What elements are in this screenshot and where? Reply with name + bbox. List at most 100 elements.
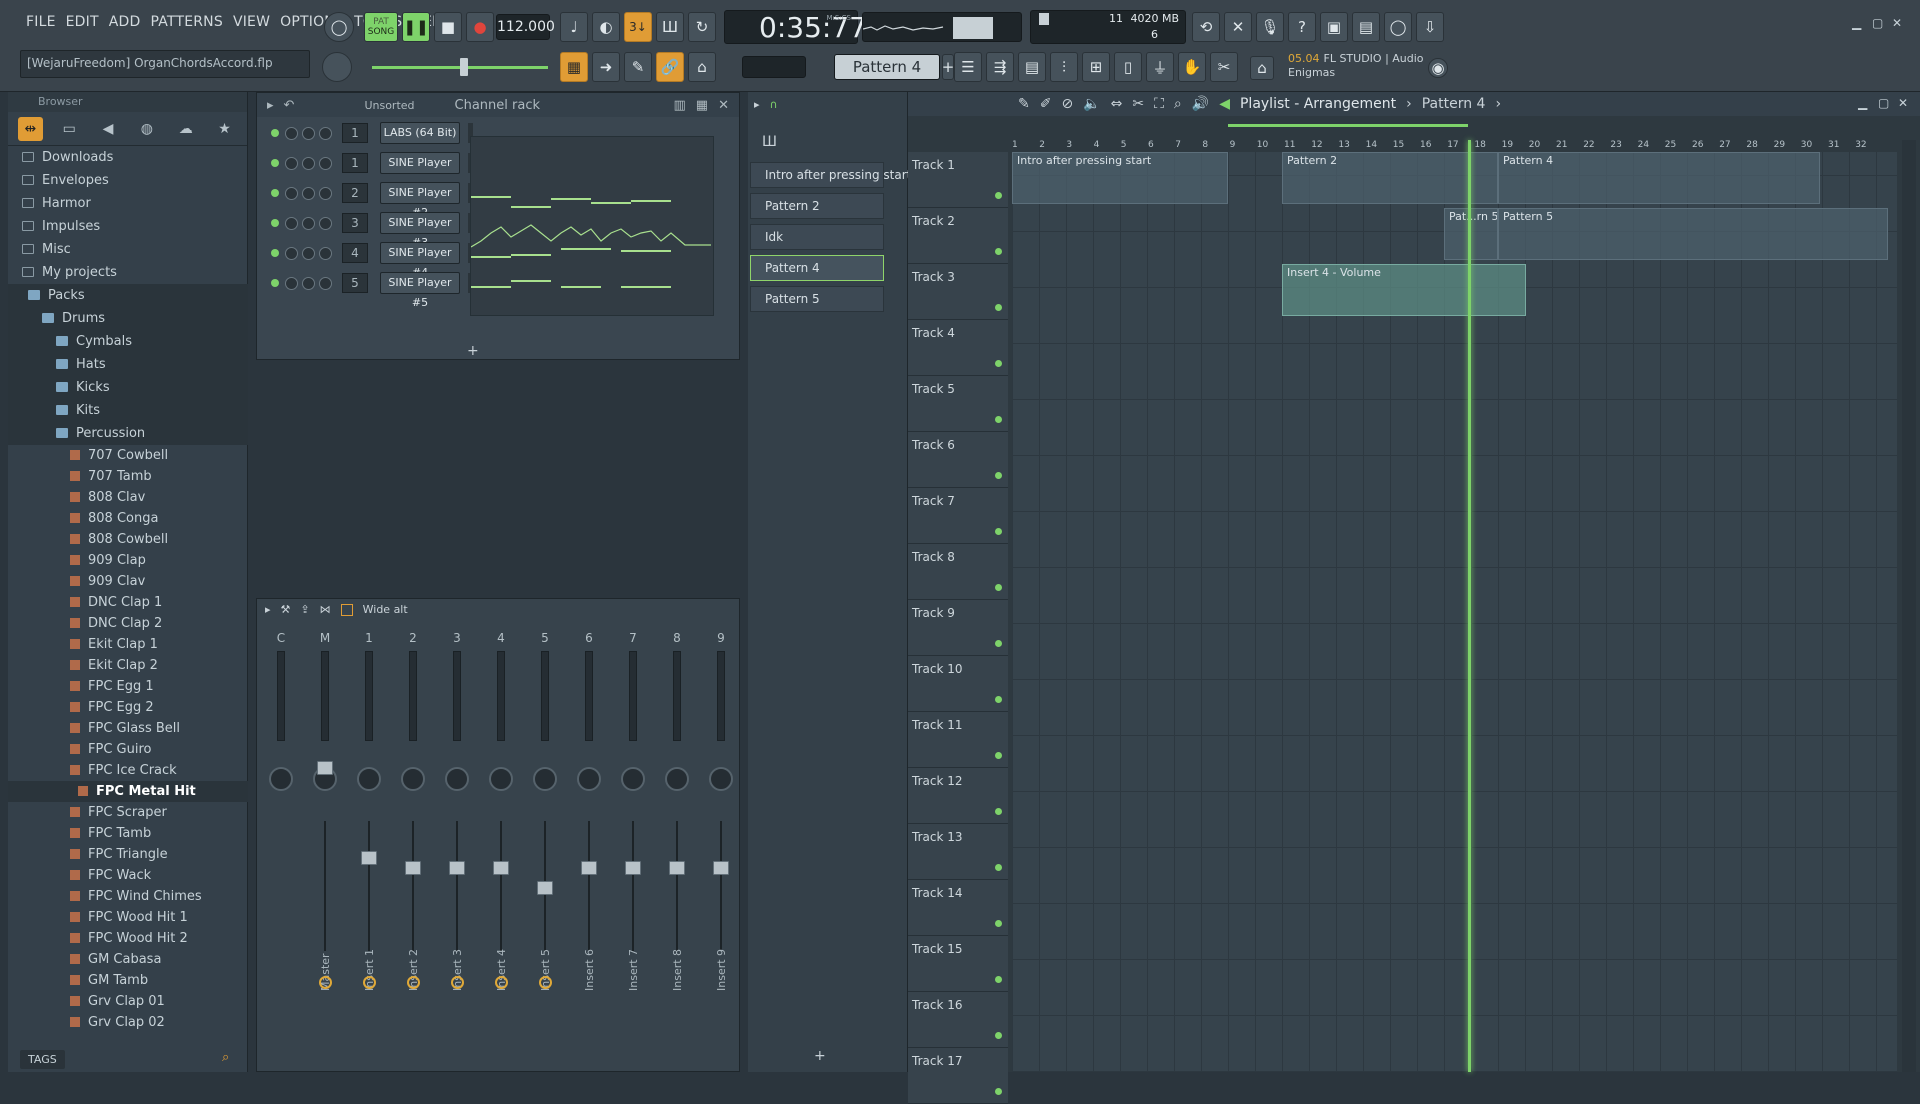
piano-roll-icon[interactable]: ▦ (560, 52, 588, 82)
metronome-2-icon[interactable]: ⌂ (688, 52, 716, 82)
strip-send-icon[interactable] (407, 976, 420, 989)
download-icon[interactable]: ⇩ (1416, 12, 1444, 42)
sample-item[interactable]: 909 Clav (8, 571, 248, 592)
pencil-icon[interactable]: ✎ (624, 52, 652, 82)
folder-envelopes[interactable]: Envelopes (8, 169, 248, 192)
folder-impulses[interactable]: Impulses (8, 215, 248, 238)
track-header[interactable]: Track 13 (908, 824, 1008, 880)
clip-pattern-5[interactable]: Pattern 5 (1498, 208, 1888, 260)
graph-icon[interactable]: ▥ (674, 98, 686, 113)
track-led[interactable] (995, 584, 1002, 591)
pattern-selector[interactable]: Pattern 4 (834, 54, 940, 80)
maximize-icon[interactable]: ▢ (1872, 16, 1883, 30)
speaker-icon[interactable]: 🔊 (1192, 96, 1209, 112)
strip-pan-knob[interactable] (445, 767, 469, 791)
channel-pan-knob[interactable] (285, 126, 298, 140)
pattern-item[interactable]: Idk (750, 224, 884, 250)
channel-mute-knob[interactable] (319, 216, 332, 230)
add-channel-button[interactable]: + (467, 343, 479, 359)
track-led[interactable] (995, 1032, 1002, 1039)
channel-led[interactable] (271, 129, 279, 137)
channel-pan-knob[interactable] (285, 246, 298, 260)
strip-pan-knob[interactable] (709, 767, 733, 791)
pattern-item[interactable]: Pattern 5 (750, 286, 884, 312)
piano-roll-2-icon[interactable]: ⇶ (986, 52, 1014, 82)
menu-patterns[interactable]: PATTERNS (151, 14, 223, 30)
channel-volume-knob[interactable] (302, 156, 315, 170)
sample-item[interactable]: 707 Cowbell (8, 445, 248, 466)
track-header[interactable]: Track 5 (908, 376, 1008, 432)
tools-icon[interactable]: ✂ (1210, 52, 1238, 82)
track-led[interactable] (995, 1088, 1002, 1095)
sample-item[interactable]: FPC Guiro (8, 739, 248, 760)
channel-name-button[interactable]: SINE Player #2 (380, 182, 460, 219)
step-edit-icon[interactable]: ➜ (592, 52, 620, 82)
channel-pan-knob[interactable] (285, 156, 298, 170)
sample-item[interactable]: FPC Wack (8, 865, 248, 886)
add-pattern-plus[interactable]: + (814, 1048, 826, 1064)
sample-item[interactable]: 808 Conga (8, 508, 248, 529)
track-header[interactable]: Track 8 (908, 544, 1008, 600)
sample-item[interactable]: FPC Tamb (8, 823, 248, 844)
channel-volume-knob[interactable] (302, 126, 315, 140)
clip-pattern-5-short[interactable]: Pat...rn 5 (1444, 208, 1498, 260)
folder-misc[interactable]: Misc (8, 238, 248, 261)
folder-packs[interactable]: Packs (8, 284, 248, 307)
strip-pan-knob[interactable] (489, 767, 513, 791)
channel-row[interactable]: 5 SINE Player #5 (271, 271, 473, 309)
track-header[interactable]: Track 11 (908, 712, 1008, 768)
mixer-strip[interactable]: 2 Insert 2 (393, 631, 433, 1061)
tags-button[interactable]: TAGS (20, 1050, 65, 1069)
channel-row[interactable]: 1 SINE Player (271, 151, 473, 175)
mixer-preset[interactable]: Wide alt (363, 603, 408, 616)
favorites-star-icon[interactable]: ★ (212, 117, 237, 141)
channel-volume-knob[interactable] (302, 186, 315, 200)
channel-led[interactable] (271, 279, 279, 287)
channel-mixer-track[interactable]: 1 (342, 123, 368, 143)
track-led[interactable] (995, 360, 1002, 367)
strip-fader-handle[interactable] (449, 861, 465, 875)
pattern-item[interactable]: Pattern 4 (750, 255, 884, 281)
pattern-item[interactable]: Intro after pressing start (750, 162, 911, 188)
strip-pan-knob[interactable] (357, 767, 381, 791)
record-button[interactable]: ● (466, 12, 494, 42)
channel-mixer-track[interactable]: 5 (342, 273, 368, 293)
mixer-export-icon[interactable]: ⇪ (300, 603, 309, 616)
strip-fader-handle[interactable] (581, 861, 597, 875)
track-led[interactable] (995, 192, 1002, 199)
chat-icon[interactable]: ◯ (1384, 12, 1412, 42)
channel-name-button[interactable]: SINE Player #3 (380, 212, 460, 249)
mixer-strip[interactable]: C (261, 631, 301, 1061)
mixer-strip[interactable]: 1 Insert 1 (349, 631, 389, 1061)
channel-mixer-track[interactable]: 2 (342, 183, 368, 203)
strip-send-icon[interactable] (451, 976, 464, 989)
channel-pan-knob[interactable] (285, 216, 298, 230)
delete-icon[interactable]: ⊘ (1061, 96, 1073, 112)
channel-mute-knob[interactable] (319, 186, 332, 200)
mixer-strip[interactable]: M Master (305, 631, 345, 1061)
cloud-icon[interactable]: ☁ (173, 117, 198, 141)
channel-mute-knob[interactable] (319, 276, 332, 290)
channel-pan-knob[interactable] (285, 186, 298, 200)
undo-history-icon[interactable]: ⟲ (1192, 12, 1220, 42)
stop-button[interactable]: ■ (434, 12, 462, 42)
sample-item[interactable]: GM Tamb (8, 970, 248, 991)
project-tab-icon[interactable]: ▭ (57, 117, 82, 141)
undo-icon[interactable]: ↶ (284, 98, 295, 113)
timeline-ruler[interactable]: 1 2 3 4 5 6 7 8 9 10 11 12 13 14 15 16 17 18 19 20 21 22 23 24 2… (1012, 140, 1897, 152)
strip-send-icon[interactable] (319, 976, 332, 989)
plugin-picker-icon[interactable]: ⊞ (1082, 52, 1110, 82)
sample-item[interactable]: Grv Clap 01 (8, 991, 248, 1012)
track-header[interactable]: Track 10 (908, 656, 1008, 712)
tempo-display[interactable]: 112.000 (496, 14, 555, 40)
strip-fader-handle[interactable] (713, 861, 729, 875)
sample-item[interactable]: FPC Glass Bell (8, 718, 248, 739)
sample-item[interactable]: FPC Egg 2 (8, 697, 248, 718)
track-header[interactable]: Track 15 (908, 936, 1008, 992)
channel-led[interactable] (271, 219, 279, 227)
track-led[interactable] (995, 808, 1002, 815)
channel-row[interactable]: 1 LABS (64 Bit) (271, 121, 473, 145)
menu-file[interactable]: FILE (26, 14, 56, 30)
arrow-icon[interactable]: ▸ (754, 98, 760, 111)
sample-item[interactable]: DNC Clap 1 (8, 592, 248, 613)
